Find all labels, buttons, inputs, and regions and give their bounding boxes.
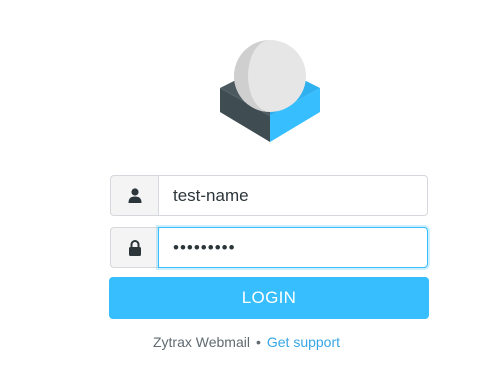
login-page: LOGIN Zytrax Webmail • Get support	[0, 0, 493, 382]
username-field	[110, 175, 428, 216]
password-field	[110, 227, 428, 268]
product-name: Zytrax Webmail	[152, 334, 250, 350]
lock-icon	[110, 227, 158, 268]
roundcube-logo-icon	[214, 36, 326, 144]
get-support-link[interactable]: Get support	[267, 334, 340, 350]
password-input[interactable]	[158, 227, 428, 268]
footer: Zytrax Webmail • Get support	[0, 334, 493, 350]
login-button[interactable]: LOGIN	[109, 277, 429, 319]
user-icon	[110, 175, 158, 216]
username-input[interactable]	[158, 175, 428, 216]
footer-separator: •	[255, 334, 261, 350]
